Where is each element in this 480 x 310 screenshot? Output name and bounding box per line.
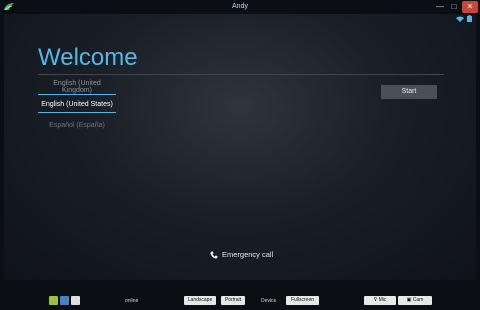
cam-button[interactable]: ▣ Cam	[398, 296, 432, 305]
language-option-en-gb[interactable]: English (United Kingdom)	[38, 80, 116, 94]
start-button[interactable]: Start	[381, 85, 437, 99]
emergency-call-button[interactable]: Emergency call	[210, 250, 273, 259]
title-divider	[38, 74, 444, 75]
emergency-call-label: Emergency call	[222, 250, 274, 259]
window-title-bar: Andy — □ ✕	[0, 0, 480, 14]
menu-icon[interactable]	[71, 296, 80, 305]
battery-icon	[467, 15, 472, 22]
maximize-button[interactable]: □	[448, 1, 460, 13]
language-option-en-us-selected[interactable]: English (United States)	[38, 101, 116, 108]
selection-line-bottom	[38, 112, 116, 113]
landscape-button[interactable]: Landscape	[184, 296, 216, 305]
apps-icon[interactable]	[60, 296, 69, 305]
language-option-es-es[interactable]: Español (España)	[38, 122, 116, 129]
device-label: Device	[261, 298, 277, 304]
fullscreen-button[interactable]: Fullscreen	[286, 296, 319, 305]
welcome-title: Welcome	[38, 44, 138, 71]
phone-icon	[210, 251, 218, 259]
connection-status: online	[125, 298, 139, 304]
mic-button[interactable]: ⊽ Mic	[364, 296, 396, 305]
selection-line-top	[38, 94, 116, 95]
status-bar-icons	[456, 15, 472, 22]
portrait-button[interactable]: Portrait	[221, 296, 245, 305]
andy-logo-icon	[3, 2, 15, 12]
window-title: Andy	[232, 3, 248, 10]
emulator-toolbar: online Landscape Portrait Device Fullscr…	[0, 280, 480, 310]
wifi-icon	[456, 16, 464, 22]
close-button[interactable]: ✕	[462, 1, 478, 13]
minimize-button[interactable]: —	[434, 1, 446, 13]
android-icon[interactable]	[49, 296, 58, 305]
android-screen: Welcome English (United Kingdom) English…	[4, 14, 476, 280]
